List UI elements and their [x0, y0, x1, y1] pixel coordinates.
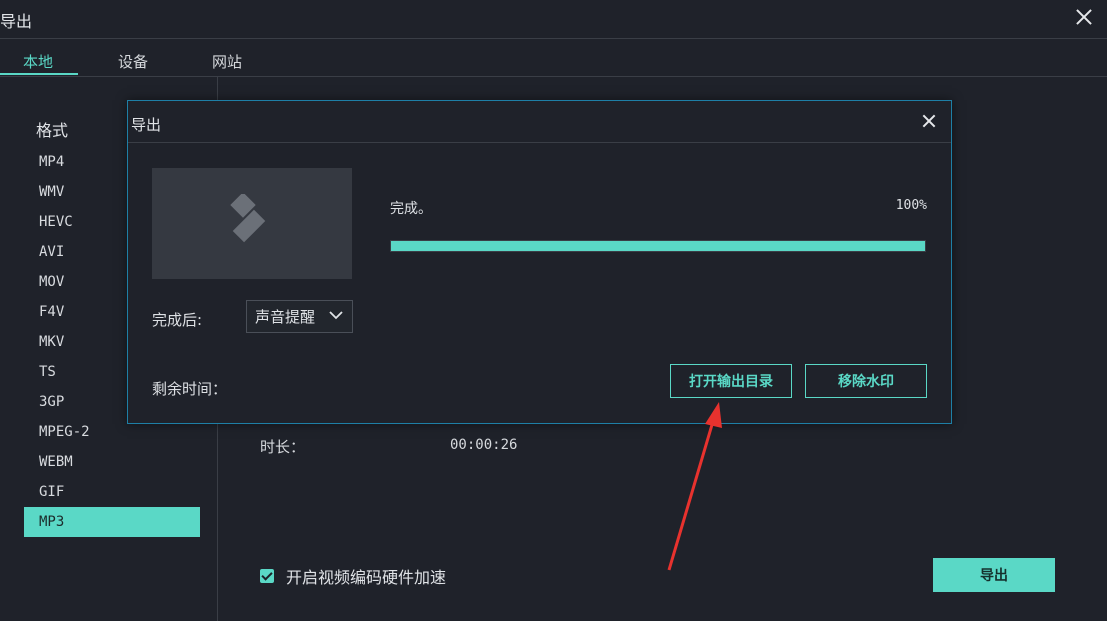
progress-bar	[390, 240, 926, 252]
tab-website[interactable]: 网站	[212, 51, 242, 72]
remaining-time-label: 剩余时间：	[152, 380, 228, 398]
open-output-folder-button[interactable]: 打开输出目录	[670, 364, 792, 398]
export-progress-dialog: 导出 完成。 100% 完成后: 声音提醒 剩余时间： 打开输出目录 移除水印	[127, 100, 952, 424]
tab-device[interactable]: 设备	[118, 51, 148, 72]
dialog-titlebar: 导出	[128, 101, 951, 143]
video-thumbnail	[152, 168, 352, 279]
after-completion-value: 声音提醒	[255, 308, 316, 326]
checkbox-checked-icon[interactable]	[260, 569, 274, 583]
format-item-mp3[interactable]: MP3	[24, 507, 200, 537]
tab-local[interactable]: 本地	[23, 51, 53, 72]
active-tab-indicator	[0, 73, 78, 75]
after-completion-label: 完成后:	[152, 311, 203, 329]
duration-value: 00:00:26	[450, 437, 518, 453]
hw-accel-label: 开启视频编码硬件加速	[286, 568, 447, 587]
remove-watermark-button[interactable]: 移除水印	[805, 364, 927, 398]
export-target-tabs: 本地 设备 网站	[0, 39, 1107, 77]
progress-bar-fill	[391, 241, 925, 251]
export-status-text: 完成。	[390, 201, 432, 217]
format-item-gif[interactable]: GIF	[24, 477, 200, 507]
export-button[interactable]: 导出	[933, 558, 1055, 592]
dialog-title: 导出	[131, 116, 162, 134]
hw-accel-checkbox[interactable]: 开启视频编码硬件加速	[260, 565, 446, 587]
format-item-webm[interactable]: WEBM	[24, 447, 200, 477]
window-titlebar: 导出	[0, 0, 1107, 39]
dialog-close-icon[interactable]	[918, 110, 940, 132]
app-logo-icon	[230, 194, 266, 243]
window-close-icon[interactable]	[1071, 4, 1097, 30]
chevron-down-icon	[329, 311, 343, 320]
format-heading: 格式	[36, 121, 69, 140]
after-completion-select[interactable]: 声音提醒	[246, 300, 353, 333]
duration-label: 时长：	[260, 438, 306, 456]
progress-percent: 100%	[895, 198, 927, 213]
window-title: 导出	[0, 12, 33, 31]
